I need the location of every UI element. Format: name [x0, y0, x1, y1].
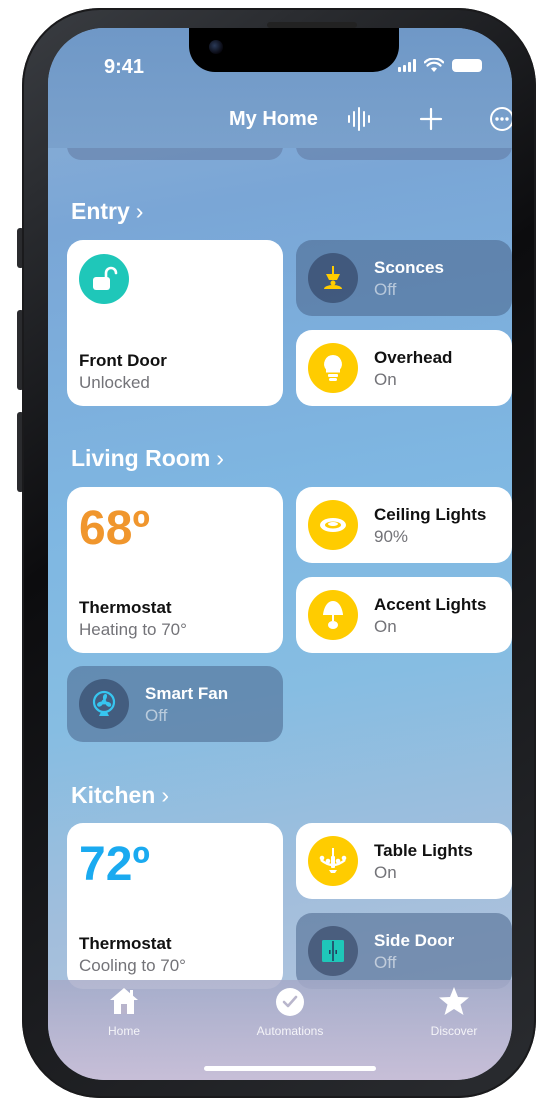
kitchen-thermostat-tile[interactable]: 72º Thermostat Cooling to 70°	[67, 823, 283, 989]
side-door-tile[interactable]: Side Door Off	[296, 913, 512, 989]
section-living-room-title: Living Room	[71, 445, 211, 471]
cellular-signal-icon	[398, 59, 416, 72]
tile-status: On	[374, 617, 397, 636]
ceiling-light-icon	[308, 500, 358, 550]
tile-status: Off	[145, 706, 168, 725]
tile-status: On	[374, 370, 397, 389]
thermostat-temperature: 72º	[79, 838, 150, 891]
tab-bar: Home Automations Discover	[48, 980, 512, 1080]
notch	[189, 28, 399, 72]
screen: 9:41 My Home Entry › Front Door Unlocked…	[48, 28, 512, 1080]
section-entry-title: Entry	[71, 198, 130, 224]
tile-name: Thermostat	[79, 934, 172, 953]
tab-label: Discover	[430, 1024, 478, 1038]
tile-name: Front Door	[79, 351, 167, 370]
section-kitchen-title: Kitchen	[71, 782, 156, 808]
overhead-tile[interactable]: Overhead On	[296, 330, 512, 406]
sconces-tile[interactable]: Sconces Off	[296, 240, 512, 316]
chevron-right-icon: ›	[161, 782, 170, 808]
front-door-tile[interactable]: Front Door Unlocked	[67, 240, 283, 406]
chevron-right-icon: ›	[216, 445, 224, 471]
star-icon	[438, 986, 470, 1021]
tile-name: Overhead	[374, 348, 453, 367]
door-icon	[308, 926, 358, 976]
tile-name: Ceiling Lights	[374, 505, 487, 524]
tile-name: Accent Lights	[374, 595, 487, 614]
section-entry-header[interactable]: Entry ›	[71, 198, 143, 225]
home-indicator[interactable]	[204, 1066, 376, 1071]
tile-status: Off	[374, 953, 397, 972]
tile-name: Smart Fan	[145, 684, 229, 703]
page-title: My Home	[229, 108, 318, 130]
tile-name: Thermostat	[79, 598, 172, 617]
status-time: 9:41	[104, 56, 145, 78]
tab-label: Home	[107, 1024, 140, 1038]
smart-fan-tile[interactable]: Smart Fan Off	[67, 666, 283, 742]
tile-name: Table Lights	[374, 841, 473, 860]
wifi-icon	[424, 58, 444, 72]
lightbulb-icon	[308, 343, 358, 393]
ceiling-lights-tile[interactable]: Ceiling Lights 90%	[296, 487, 512, 563]
more-options-icon[interactable]	[489, 106, 512, 132]
tab-label: Automations	[256, 1024, 324, 1038]
battery-icon	[452, 59, 482, 72]
tile-status: Off	[374, 280, 397, 299]
unlocked-padlock-icon	[79, 254, 129, 304]
tile-status: Cooling to 70°	[79, 956, 186, 975]
add-icon[interactable]	[418, 106, 444, 132]
tile-name: Sconces	[374, 258, 444, 277]
sconce-light-icon	[308, 253, 358, 303]
tile-status: On	[374, 863, 397, 882]
clock-icon	[274, 986, 306, 1023]
chevron-right-icon: ›	[135, 198, 144, 224]
table-lamp-icon	[308, 590, 358, 640]
living-room-thermostat-tile[interactable]: 68º Thermostat Heating to 70°	[67, 487, 283, 653]
fan-icon	[79, 679, 129, 729]
thermostat-temperature: 68º	[79, 502, 150, 555]
accent-lights-tile[interactable]: Accent Lights On	[296, 577, 512, 653]
tile-status: Unlocked	[79, 373, 150, 392]
tile-name: Side Door	[374, 931, 455, 950]
intercom-icon[interactable]	[344, 106, 374, 132]
section-living-room-header[interactable]: Living Room ›	[71, 445, 224, 472]
house-icon	[108, 986, 140, 1021]
status-icons	[398, 58, 482, 73]
nav-bar: My Home	[48, 98, 512, 138]
chandelier-icon	[308, 836, 358, 886]
front-camera	[209, 40, 223, 54]
table-lights-tile[interactable]: Table Lights On	[296, 823, 512, 899]
tile-status: Heating to 70°	[79, 620, 187, 639]
section-kitchen-header[interactable]: Kitchen ›	[71, 782, 169, 809]
tile-status: 90%	[374, 527, 409, 546]
